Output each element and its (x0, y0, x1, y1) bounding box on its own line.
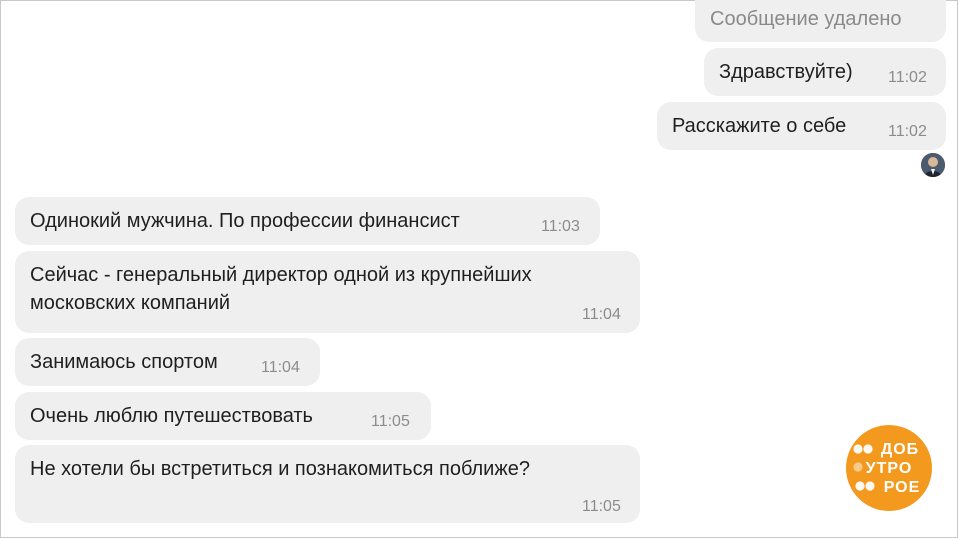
message-bubble-outgoing[interactable]: Здравствуйте) 11:02 (704, 48, 946, 96)
logo-text-row3: РОЕ (884, 479, 921, 496)
message-text: Здравствуйте) (719, 61, 853, 83)
message-time: 11:04 (261, 359, 300, 376)
message-text: Сообщение удалено (710, 8, 902, 30)
channel-logo: ДОБ УТРО РОЕ (846, 425, 932, 511)
message-bubble-incoming[interactable]: Сейчас - генеральный директор одной из к… (15, 251, 640, 333)
message-time: 11:02 (888, 69, 927, 86)
message-text-line: московских компаний (30, 292, 231, 314)
logo-text-row1: ДОБ (881, 441, 919, 458)
message-bubble-incoming[interactable]: Занимаюсь спортом 11:04 (15, 338, 320, 386)
message-bubble-incoming[interactable]: Одинокий мужчина. По профессии финансист… (15, 197, 600, 245)
message-bubble-deleted[interactable]: Сообщение удалено (695, 0, 946, 42)
message-bubble-incoming[interactable]: Не хотели бы встретиться и познакомиться… (15, 445, 640, 523)
message-time: 11:04 (582, 306, 621, 323)
message-bubble-incoming[interactable]: Очень люблю путешествовать 11:05 (15, 392, 431, 440)
message-time: 11:03 (541, 218, 580, 235)
message-text: Не хотели бы встретиться и познакомиться… (30, 458, 530, 480)
message-text: Очень люблю путешествовать (30, 405, 313, 427)
message-time: 11:05 (582, 498, 621, 515)
user-avatar[interactable] (921, 153, 945, 177)
message-bubble-outgoing[interactable]: Расскажите о себе 11:02 (657, 102, 946, 150)
logo-text-row2: УТРО (866, 460, 913, 477)
message-text: Расскажите о себе (672, 115, 847, 137)
message-text-line: Сейчас - генеральный директор одной из к… (30, 264, 532, 286)
message-time: 11:05 (371, 413, 410, 430)
message-text: Одинокий мужчина. По профессии финансист (30, 210, 460, 232)
message-time: 11:02 (888, 123, 927, 140)
avatar-photo-icon (921, 153, 945, 177)
message-text: Занимаюсь спортом (30, 351, 218, 373)
